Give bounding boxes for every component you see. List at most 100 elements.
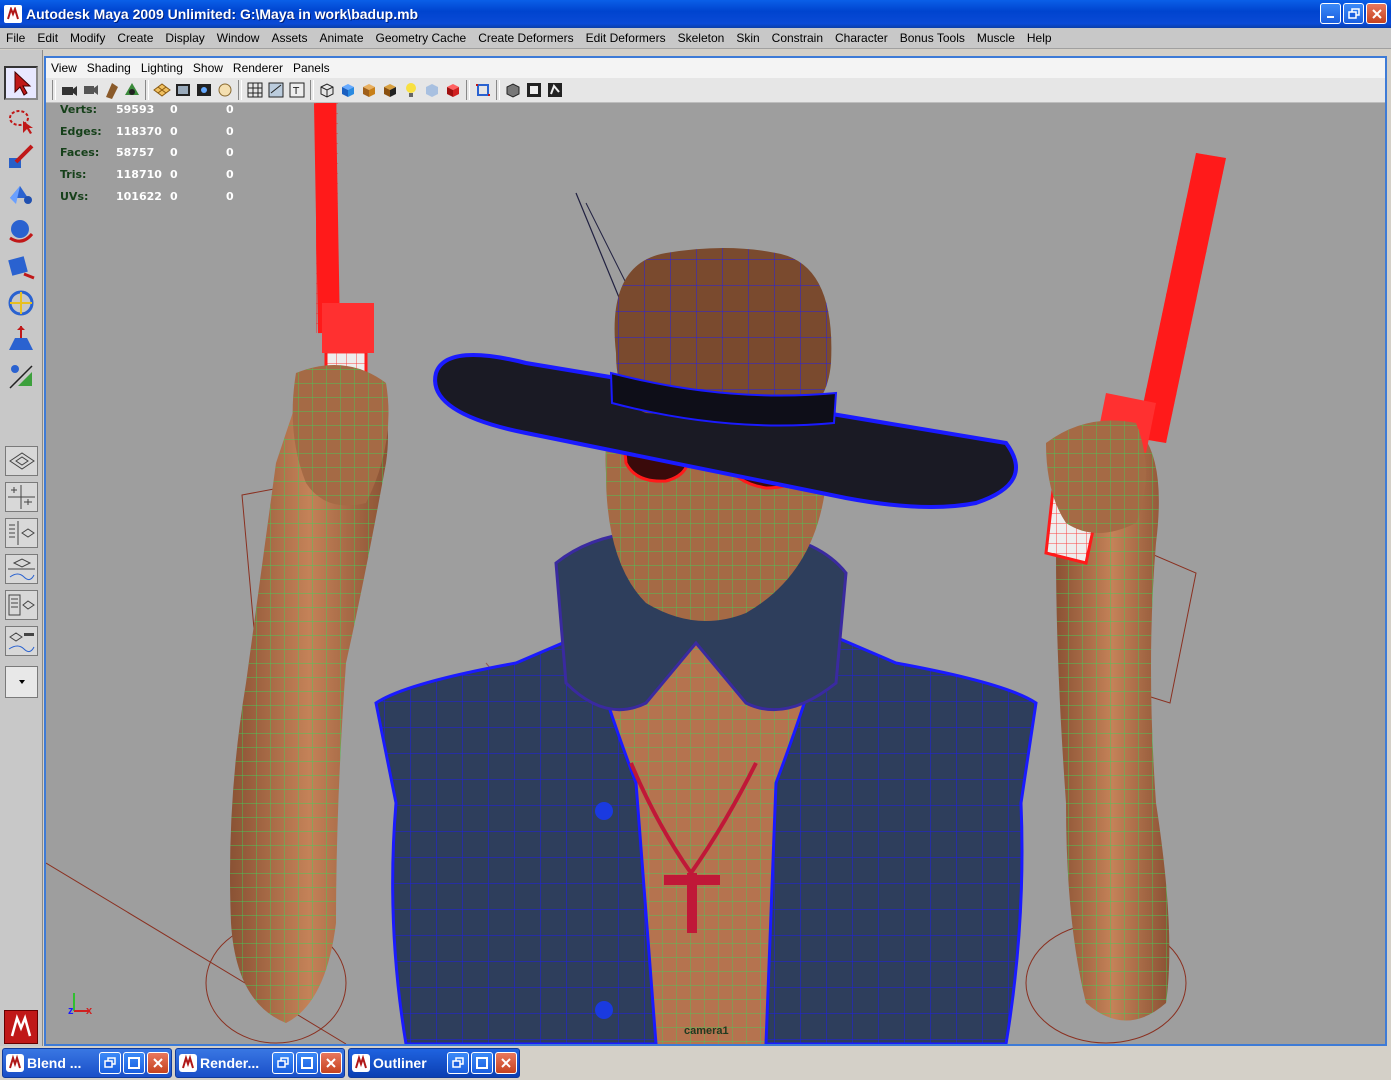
close-button[interactable] (320, 1052, 342, 1074)
panel-menu-lighting[interactable]: Lighting (136, 61, 188, 75)
toolbox (0, 50, 43, 1046)
shadows-button[interactable] (422, 80, 442, 100)
minimized-window-outliner[interactable]: Outliner (348, 1048, 520, 1078)
show-manipulator-tool[interactable] (4, 358, 38, 392)
hud-component: 0 (226, 189, 234, 203)
menu-bonus-tools[interactable]: Bonus Tools (894, 31, 971, 45)
rotate-tool[interactable] (4, 214, 38, 248)
universal-manipulator-tool[interactable] (4, 286, 38, 320)
hud-row-uvs: UVs: 101622 0 0 (60, 190, 282, 212)
rotate-tool-icon (9, 220, 34, 243)
menu-edit[interactable]: Edit (31, 31, 64, 45)
toolbar-divider (310, 80, 314, 100)
menu-character[interactable]: Character (829, 31, 894, 45)
title-bar[interactable]: Autodesk Maya 2009 Unlimited: G:\Maya in… (0, 0, 1391, 28)
close-button[interactable] (147, 1052, 169, 1074)
film-roll-button[interactable] (524, 80, 544, 100)
camera-icon (62, 86, 77, 96)
minimize-button[interactable] (1320, 3, 1341, 24)
menu-muscle[interactable]: Muscle (971, 31, 1021, 45)
menu-constrain[interactable]: Constrain (766, 31, 829, 45)
textured-cube-button[interactable] (359, 80, 379, 100)
menu-modify[interactable]: Modify (64, 31, 111, 45)
menu-display[interactable]: Display (159, 31, 210, 45)
menu-create-deformers[interactable]: Create Deformers (472, 31, 579, 45)
use-default-lighting-button[interactable] (401, 80, 421, 100)
panel-menu-view[interactable]: View (46, 61, 82, 75)
maya-window-icon (6, 1054, 24, 1072)
minimized-windows-bar: Blend ... Render... Outliner (0, 1048, 1391, 1080)
texture-button[interactable]: T (287, 80, 307, 100)
persp-trax-layout-icon (8, 632, 35, 653)
gray-cube-icon (506, 83, 520, 98)
maximize-button[interactable] (123, 1052, 145, 1074)
shaded-cube-button[interactable] (338, 80, 358, 100)
lasso-tool[interactable] (4, 104, 38, 138)
menu-window[interactable]: Window (211, 31, 266, 45)
panel-menu-shading[interactable]: Shading (82, 61, 136, 75)
menu-skeleton[interactable]: Skeleton (672, 31, 731, 45)
isolate-wire-button[interactable] (317, 80, 337, 100)
close-button[interactable] (495, 1052, 517, 1074)
single-view-layout-icon (9, 452, 35, 470)
hud-component: 0 (226, 124, 234, 138)
layout-dropdown-button[interactable] (5, 666, 38, 698)
hud-component: 0 (226, 146, 234, 160)
maya-app-icon[interactable] (4, 5, 22, 23)
bookmark-icon (106, 83, 118, 99)
restore-button[interactable] (99, 1052, 121, 1074)
xray-button[interactable] (443, 80, 463, 100)
maximize-button[interactable] (296, 1052, 318, 1074)
layout-single-perspective-button[interactable] (5, 446, 38, 476)
isolate-select-button[interactable] (473, 80, 493, 100)
smooth-shade-button[interactable] (266, 80, 286, 100)
menu-file[interactable]: File (0, 31, 31, 45)
perspective-panel[interactable]: View Shading Lighting Show Renderer Pane… (44, 56, 1387, 1046)
paint-select-tool[interactable] (4, 140, 38, 174)
3d-viewport[interactable]: Verts: 59593 0 0 Edges: 118370 0 0 Faces… (46, 103, 1385, 1044)
high-quality-button[interactable] (503, 80, 523, 100)
film-roll-icon (527, 83, 541, 97)
textured-cube-alt-button[interactable] (380, 80, 400, 100)
panel-menu-renderer[interactable]: Renderer (228, 61, 288, 75)
layout-hypershade-persp-button[interactable] (5, 590, 38, 620)
close-button[interactable] (1366, 3, 1387, 24)
restore-button[interactable] (1343, 3, 1364, 24)
film-gate-button[interactable] (173, 80, 193, 100)
menu-skin[interactable]: Skin (730, 31, 765, 45)
select-camera-button[interactable] (59, 80, 79, 100)
menu-assets[interactable]: Assets (265, 31, 313, 45)
render-view-button[interactable] (545, 80, 565, 100)
select-tool[interactable] (4, 66, 38, 100)
menu-geometry-cache[interactable]: Geometry Cache (370, 31, 473, 45)
camera-name-label: camera1 (684, 1025, 729, 1037)
soft-modification-tool[interactable] (4, 322, 38, 356)
menu-create[interactable]: Create (111, 31, 159, 45)
layout-four-view-button[interactable] (5, 482, 38, 512)
persp-graph-layout-icon (8, 558, 35, 581)
show-manipulator-icon (9, 365, 33, 389)
image-plane-button[interactable] (122, 80, 142, 100)
move-tool[interactable] (4, 176, 38, 210)
menu-edit-deformers[interactable]: Edit Deformers (580, 31, 672, 45)
resolution-gate-button[interactable] (194, 80, 214, 100)
minimized-window-render[interactable]: Render... (175, 1048, 345, 1078)
restore-button[interactable] (447, 1052, 469, 1074)
safe-action-button[interactable] (215, 80, 235, 100)
hud-value: 118710 (116, 168, 162, 182)
panel-menu-panels[interactable]: Panels (288, 61, 335, 75)
layout-persp-outliner-button[interactable] (5, 518, 38, 548)
scale-tool[interactable] (4, 250, 38, 284)
panel-menu-show[interactable]: Show (188, 61, 228, 75)
grid-toggle-button[interactable] (152, 80, 172, 100)
layout-persp-trax-button[interactable] (5, 626, 38, 656)
restore-button[interactable] (272, 1052, 294, 1074)
wireframe-button[interactable] (245, 80, 265, 100)
menu-animate[interactable]: Animate (313, 31, 369, 45)
layout-persp-graph-button[interactable] (5, 554, 38, 584)
camera-attributes-button[interactable] (80, 80, 100, 100)
minimized-window-blend[interactable]: Blend ... (2, 1048, 172, 1078)
bookmarks-button[interactable] (101, 80, 121, 100)
maximize-button[interactable] (471, 1052, 493, 1074)
menu-help[interactable]: Help (1021, 31, 1058, 45)
